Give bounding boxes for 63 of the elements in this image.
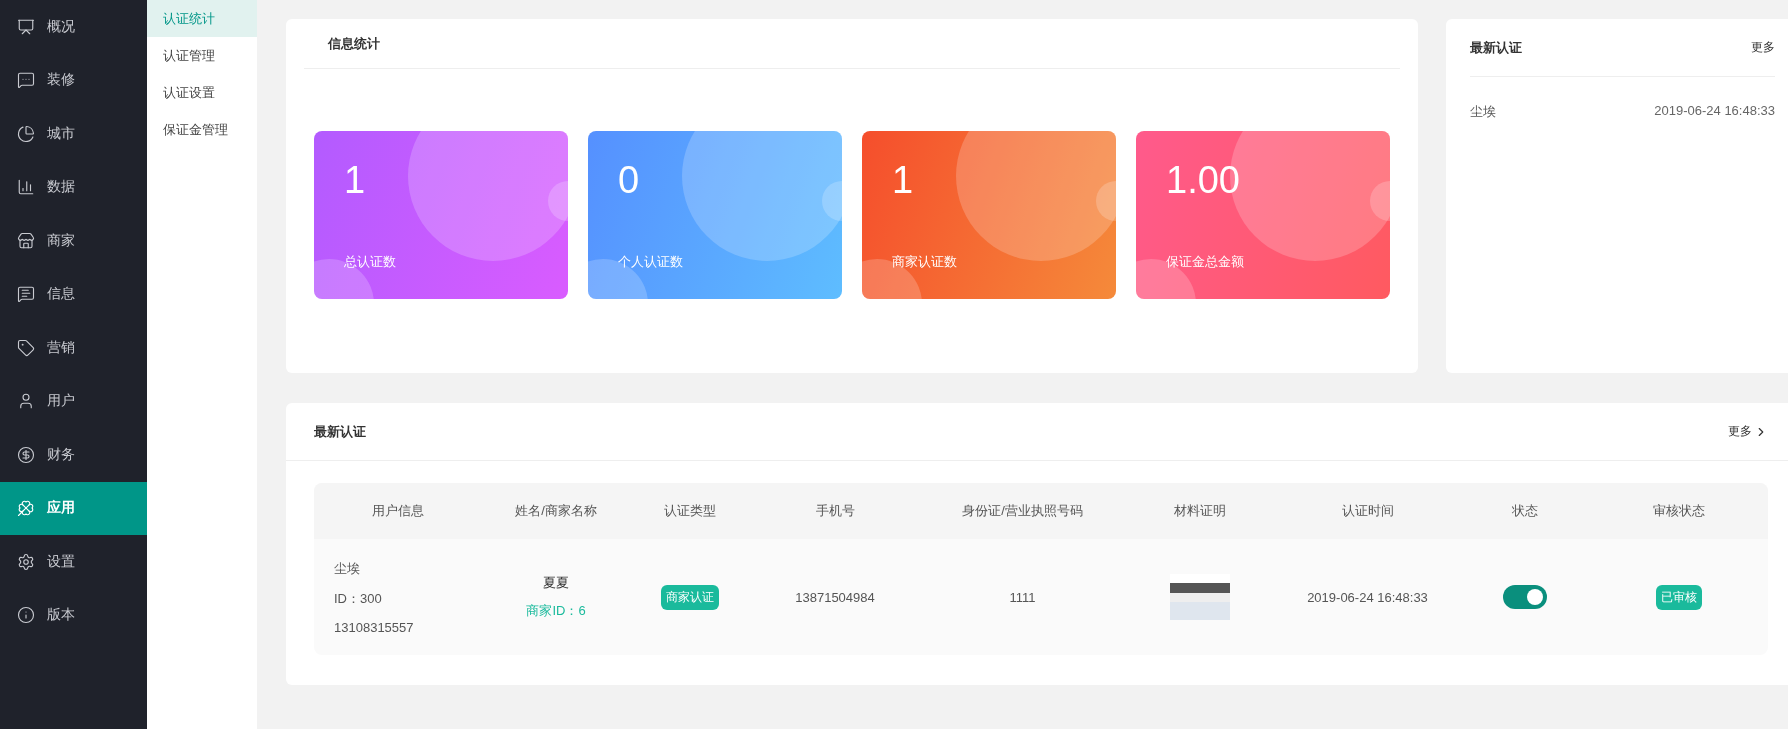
panel-title: 最新认证 bbox=[314, 422, 366, 441]
menu-icon bbox=[17, 231, 35, 250]
more-link[interactable]: 更多 bbox=[1751, 39, 1775, 56]
merchant-name: 夏夏 bbox=[543, 574, 569, 592]
panel-title: 最新认证 bbox=[1470, 38, 1522, 57]
column-header: 手机号 bbox=[815, 502, 855, 520]
merchant-id: 商家ID：6 bbox=[526, 602, 586, 620]
column-header: 认证类型 bbox=[664, 502, 716, 520]
menu-icon bbox=[17, 392, 35, 411]
stat-label: 总认证数 bbox=[344, 253, 396, 271]
user-name: 尘埃 bbox=[334, 559, 361, 578]
sidebar-item[interactable]: 装修 bbox=[0, 53, 147, 107]
sidebar-item[interactable]: 用户 bbox=[0, 374, 147, 428]
menu-icon bbox=[17, 124, 35, 143]
time-text: 2019-06-24 16:48:33 bbox=[1654, 103, 1775, 120]
panel-title: 信息统计 bbox=[328, 34, 380, 53]
stat-label: 保证金总金额 bbox=[1166, 253, 1244, 271]
stat-value: 1 bbox=[892, 159, 914, 202]
table-cell: 2019-06-24 16:48:33 bbox=[1307, 589, 1428, 605]
menu-icon bbox=[17, 71, 35, 90]
sidebar-item[interactable]: 营销 bbox=[0, 321, 147, 375]
menu-icon bbox=[17, 499, 35, 518]
menu-icon bbox=[17, 338, 35, 357]
stat-value: 1.00 bbox=[1166, 159, 1240, 202]
column-header: 认证时间 bbox=[1341, 502, 1394, 520]
sidebar-item[interactable]: 信息 bbox=[0, 267, 147, 321]
submenu-item[interactable]: 保证金管理 bbox=[147, 111, 257, 148]
table-cell: 13871504984 bbox=[795, 589, 875, 605]
user-name: 尘埃 bbox=[1470, 103, 1496, 121]
sidebar-item[interactable]: 概况 bbox=[0, 0, 147, 54]
stat-label: 商家认证数 bbox=[892, 253, 957, 271]
sidebar-item[interactable]: 应用 bbox=[0, 481, 147, 535]
menu-icon bbox=[17, 445, 35, 464]
column-header: 用户信息 bbox=[372, 502, 424, 520]
stat-value: 0 bbox=[618, 159, 640, 202]
sidebar-item[interactable]: 设置 bbox=[0, 535, 147, 589]
stat-label: 个人认证数 bbox=[618, 253, 683, 271]
type-badge: 商家认证 bbox=[661, 584, 719, 610]
user-id: ID：300 bbox=[334, 589, 383, 608]
menu-icon bbox=[17, 552, 35, 571]
menu-icon bbox=[17, 17, 35, 36]
menu-icon bbox=[17, 178, 35, 197]
review-badge: 已审核 bbox=[1656, 584, 1702, 610]
submenu-item[interactable]: 认证设置 bbox=[147, 74, 257, 111]
menu-icon bbox=[17, 285, 35, 304]
sidebar-item[interactable]: 城市 bbox=[0, 107, 147, 161]
column-header: 审核状态 bbox=[1653, 502, 1705, 520]
thumbnail-image bbox=[1170, 574, 1230, 620]
stat-value: 1 bbox=[344, 159, 366, 202]
column-header: 身份证/营业执照号码 bbox=[962, 502, 1083, 520]
column-header: 材料证明 bbox=[1174, 502, 1226, 520]
status-toggle[interactable] bbox=[1503, 585, 1547, 609]
sidebar-item[interactable]: 版本 bbox=[0, 588, 147, 642]
table-cell: 1111 bbox=[1009, 589, 1036, 605]
column-header: 状态 bbox=[1512, 502, 1538, 520]
more-link[interactable]: 更多 bbox=[1728, 423, 1768, 440]
sidebar-item[interactable]: 商家 bbox=[0, 214, 147, 268]
sidebar-item[interactable]: 财务 bbox=[0, 428, 147, 482]
user-phone: 13108315557 bbox=[334, 619, 414, 635]
submenu-item[interactable]: 认证管理 bbox=[147, 37, 257, 74]
sidebar-item[interactable]: 数据 bbox=[0, 160, 147, 214]
column-header: 姓名/商家名称 bbox=[515, 502, 597, 520]
menu-icon bbox=[17, 606, 35, 625]
